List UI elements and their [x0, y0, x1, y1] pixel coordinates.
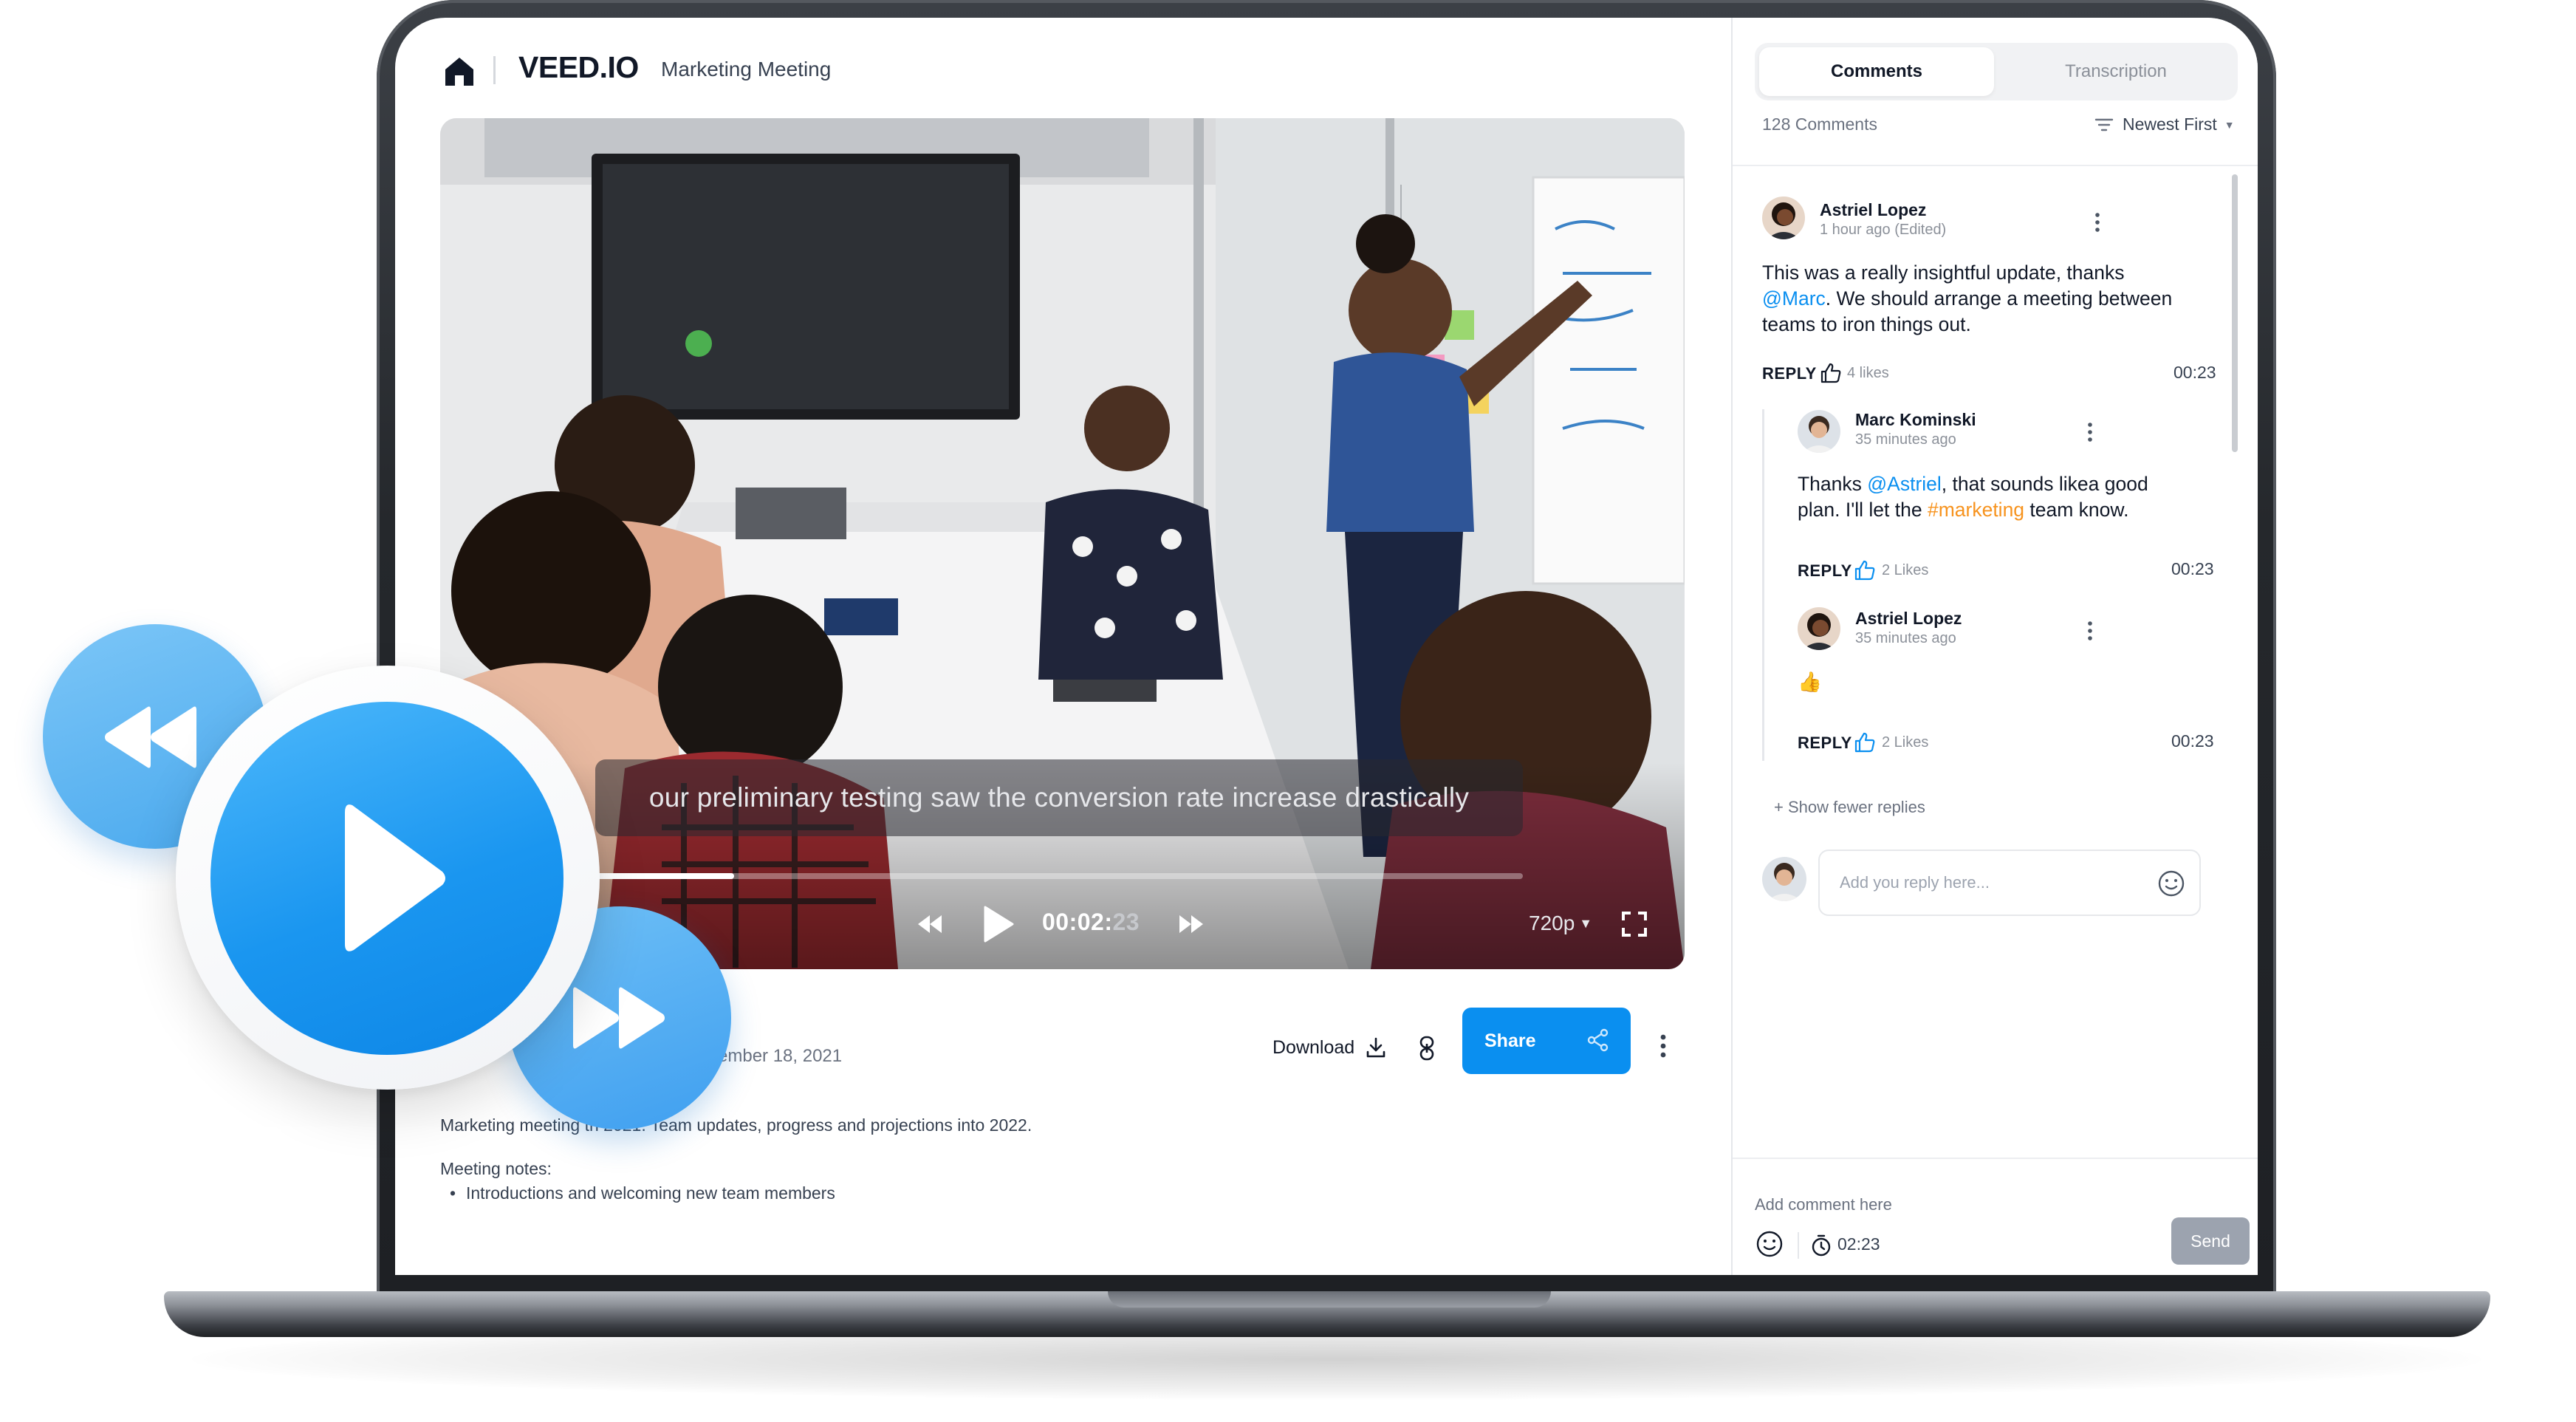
thumbs-up-icon[interactable] [1820, 362, 1842, 384]
avatar [1798, 607, 1840, 650]
more-icon[interactable] [1659, 1031, 1668, 1061]
video-progress-fill [595, 873, 735, 879]
comment-text-part: This was a really insightful update, tha… [1762, 262, 2125, 284]
video-date: ember 18, 2021 [718, 1046, 843, 1066]
video-description: Marketing meeting th 2021. Team updates,… [440, 1115, 1032, 1135]
tab-transcription[interactable]: Transcription [1998, 47, 2233, 96]
reply-button[interactable]: REPLY [1798, 561, 1852, 581]
panel-tabs: Comments Transcription [1755, 43, 2238, 100]
notes-title: Meeting notes: [440, 1159, 552, 1178]
mention-link[interactable]: @Astriel [1867, 473, 1942, 495]
like-count: 2 Likes [1882, 734, 1929, 751]
rewind-icon [105, 706, 196, 768]
like-count: 4 likes [1847, 365, 1889, 381]
reply-button[interactable]: REPLY [1798, 734, 1852, 753]
comment-count: 128 Comments [1762, 114, 1877, 134]
comment-time-stamp[interactable]: 02:23 [1837, 1234, 1880, 1254]
sort-label: Newest First [2123, 114, 2217, 134]
comment-text: This was a really insightful update, tha… [1762, 260, 2205, 338]
hashtag-link[interactable]: #marketing [1928, 499, 2024, 521]
share-icon [1587, 1028, 1609, 1052]
fast-forward-icon[interactable] [1179, 915, 1204, 934]
quality-value: 720p [1529, 912, 1575, 934]
play-icon [345, 804, 445, 951]
reply-input[interactable]: Add you reply here... [1818, 850, 2201, 916]
comment-emoji: 👍 [1798, 671, 1822, 693]
comment-author: Astriel Lopez [1820, 200, 1927, 219]
notes-list-item: Introductions and welcoming new team mem… [450, 1183, 835, 1203]
share-button[interactable]: Share [1462, 1008, 1631, 1074]
comment-text: Thanks @Astriel, that sounds likea good … [1798, 471, 2211, 523]
video-player[interactable]: our preliminary testing saw the conversi… [440, 118, 1685, 969]
timecode-frames: 23 [1112, 909, 1140, 935]
chevron-down-icon: ▼ [1579, 916, 1593, 931]
comment-author: Marc Kominski [1855, 410, 1976, 429]
timecode-main: 00:02: [1042, 909, 1113, 935]
reply-button[interactable]: REPLY [1762, 364, 1817, 383]
comment-text-part: . We should arrange a meeting between [1825, 287, 2173, 310]
smile-icon[interactable] [2157, 869, 2186, 898]
comment-text-part: Thanks [1798, 473, 1868, 495]
avatar [1762, 196, 1805, 239]
project-title: Marketing Meeting [661, 58, 832, 81]
thread-line [1762, 409, 1764, 761]
subtitle-caption: our preliminary testing saw the conversi… [595, 759, 1523, 836]
thumbs-up-icon[interactable] [1854, 559, 1876, 581]
like-count: 2 Likes [1882, 562, 1929, 578]
more-icon[interactable] [2094, 211, 2100, 233]
comment-timestamp[interactable]: 00:23 [2171, 731, 2214, 751]
send-button[interactable]: Send [2171, 1217, 2250, 1265]
comment-text-part: plan. I'll let the [1798, 499, 1928, 521]
comment-text-part: , that sounds likea good [1941, 473, 2148, 495]
floating-play-button [210, 702, 564, 1055]
video-progress-bar[interactable] [595, 873, 1523, 879]
smile-icon[interactable] [1755, 1229, 1784, 1259]
avatar [1798, 410, 1840, 453]
video-timecode: 00:02:23 [1042, 909, 1140, 936]
tab-comments[interactable]: Comments [1759, 47, 1994, 96]
add-comment-input[interactable]: Add comment here [1755, 1195, 1892, 1214]
link-icon[interactable] [1416, 1036, 1438, 1061]
comments-scrollbar[interactable] [2232, 174, 2238, 452]
thumbs-up-icon[interactable] [1854, 731, 1876, 753]
home-icon[interactable] [441, 53, 478, 90]
play-icon[interactable] [983, 906, 1014, 943]
mention-link[interactable]: @Marc [1762, 287, 1826, 310]
reply-placeholder: Add you reply here... [1840, 873, 1990, 892]
comment-text: 👍 [1798, 669, 1822, 695]
download-button[interactable]: Download [1272, 1025, 1387, 1070]
share-label: Share [1484, 1030, 1536, 1051]
comment-meta: 35 minutes ago [1855, 630, 1956, 646]
more-icon[interactable] [2087, 421, 2093, 443]
download-label: Download [1272, 1036, 1355, 1058]
panel-divider [1733, 165, 2258, 166]
chevron-down-icon: ▼ [2224, 118, 2235, 131]
laptop-hinge-notch [1108, 1291, 1551, 1308]
fast-forward-icon [573, 987, 665, 1049]
more-icon[interactable] [2087, 620, 2093, 642]
comment-meta: 35 minutes ago [1855, 431, 1956, 448]
clock-icon[interactable] [1809, 1234, 1833, 1257]
sort-dropdown[interactable]: Newest First ▼ [2094, 114, 2235, 134]
marketing-illustration: VEED.IO Marketing Meeting our preliminar… [0, 0, 2576, 1422]
fullscreen-icon[interactable] [1622, 912, 1647, 937]
comment-timestamp[interactable]: 00:23 [2174, 363, 2216, 383]
show-fewer-replies-link[interactable]: + Show fewer replies [1774, 798, 1925, 817]
avatar [1762, 857, 1806, 901]
filter-icon [2094, 118, 2114, 131]
download-icon [1366, 1037, 1385, 1058]
comment-author: Astriel Lopez [1855, 609, 1962, 628]
composer-divider [1733, 1158, 2258, 1159]
rewind-icon[interactable] [917, 915, 942, 934]
brand-logo[interactable]: VEED.IO [518, 50, 639, 85]
comment-text-part: teams to iron things out. [1762, 313, 1971, 335]
quality-select[interactable]: 720p ▼ [1529, 912, 1592, 935]
composer-separator [1798, 1232, 1799, 1259]
comment-text-part: team know. [2024, 499, 2129, 521]
comment-meta: 1 hour ago (Edited) [1820, 222, 1947, 238]
notes-item-text: Introductions and welcoming new team mem… [466, 1183, 835, 1203]
brand-divider [493, 56, 496, 84]
comment-timestamp[interactable]: 00:23 [2171, 559, 2214, 579]
comments-panel: Comments Transcription 128 Comments Newe… [1731, 18, 2258, 1275]
